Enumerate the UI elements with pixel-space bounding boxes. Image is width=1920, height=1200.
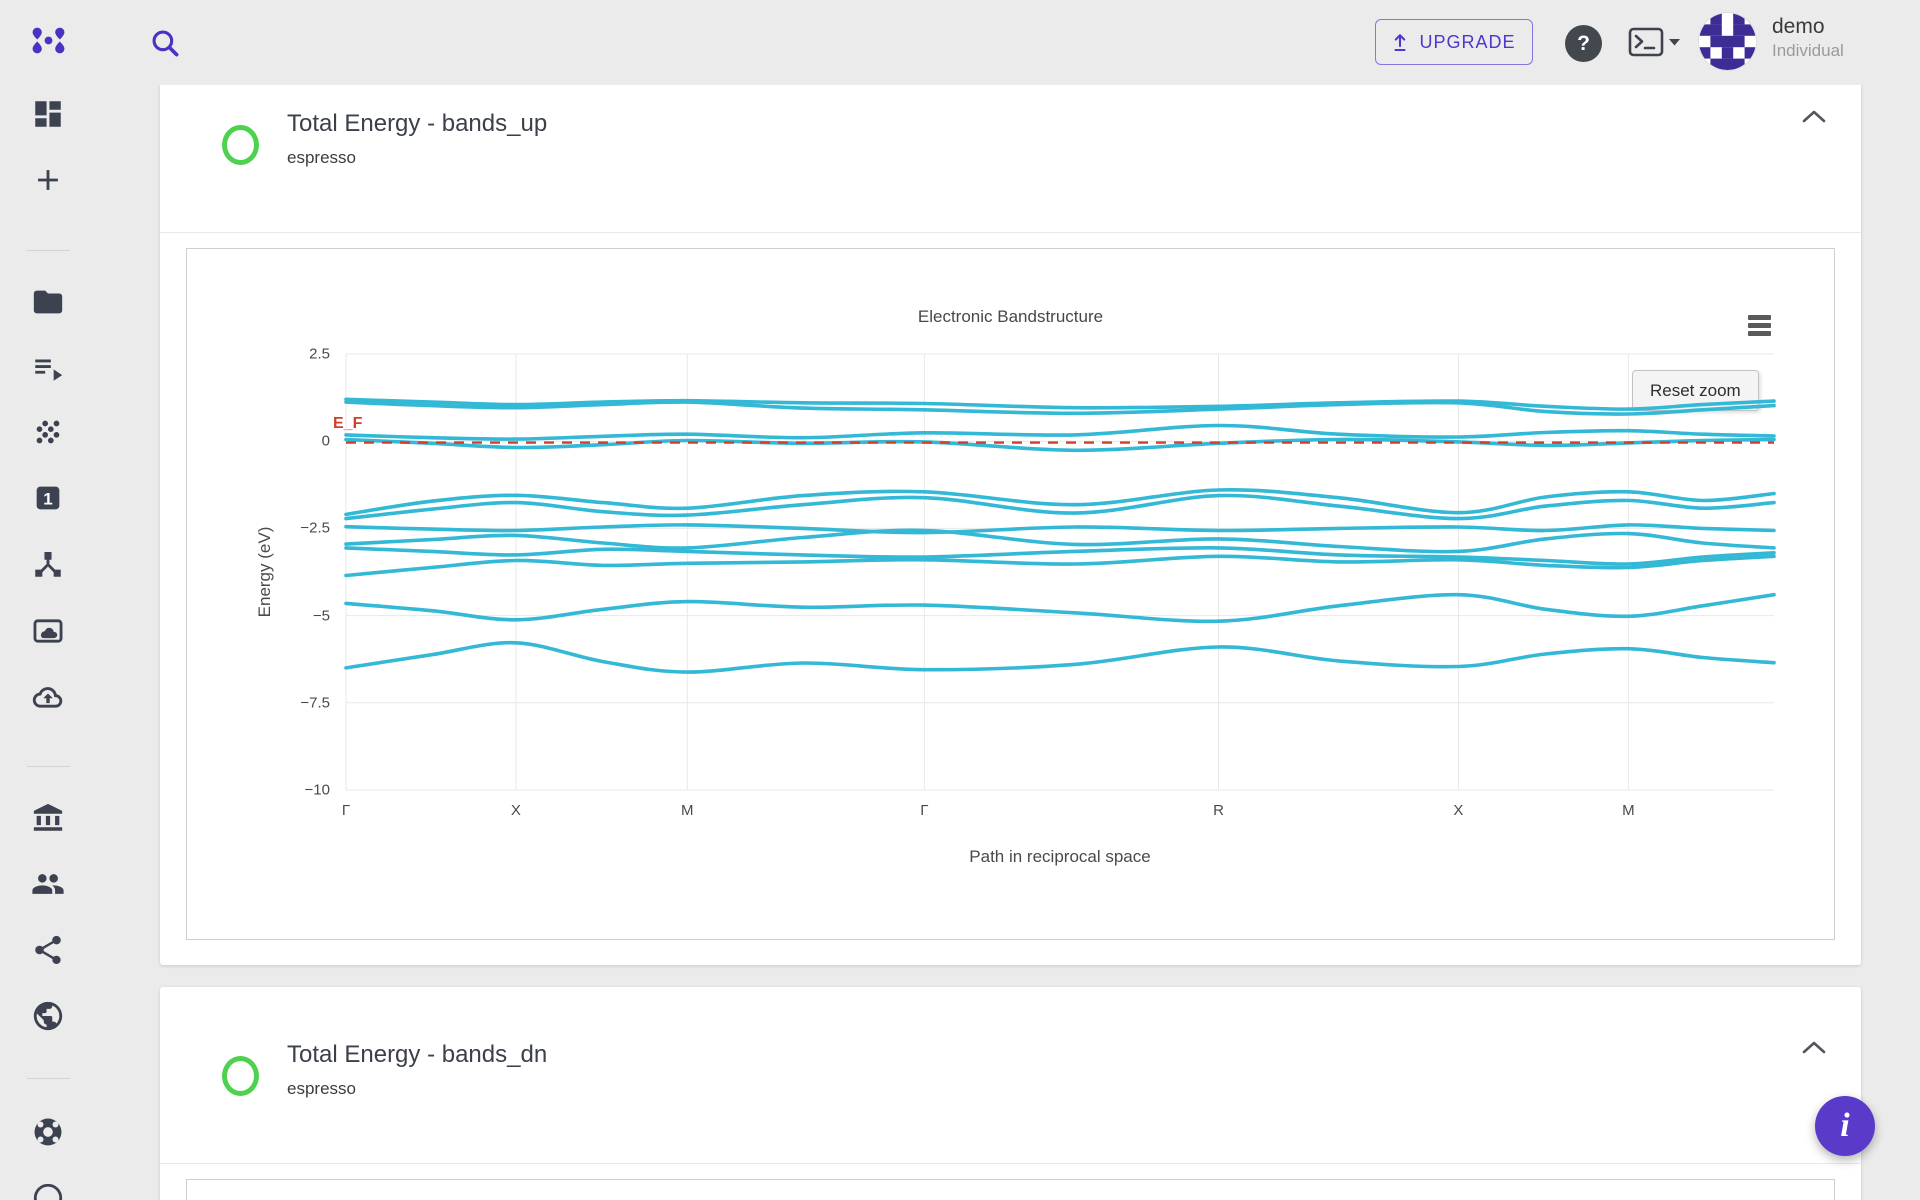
card-title: Total Energy - bands_up [287,110,547,138]
card-divider [160,1163,1861,1164]
band-5 [346,490,1774,515]
caret-down-icon [1669,39,1680,46]
x-tick-label: X [1453,802,1463,819]
globe-icon [31,999,65,1033]
user-plan: Individual [1772,39,1844,62]
user-menu[interactable]: demo Individual [1772,14,1844,62]
band-11 [346,595,1774,622]
card-title: Total Energy - bands_dn [287,1041,547,1069]
band-12 [346,643,1774,672]
svg-text:1: 1 [43,490,52,509]
cloud-upload-icon [31,680,65,714]
y-tick-label: 2.5 [309,346,330,363]
y-tick-label: −5 [313,607,330,624]
y-tick-label: −10 [305,782,330,799]
dashboard-icon [31,97,65,131]
sidebar-item-dashboard[interactable] [31,97,65,131]
help-icon[interactable]: ? [1565,25,1602,62]
square-one-icon: 1 [31,481,65,515]
search-icon[interactable] [148,26,182,60]
add-icon [31,163,65,197]
top-bar: UPGRADE ? demo Individual [0,0,1920,85]
sidebar-item-organization[interactable] [31,801,65,835]
bank-icon [31,801,65,835]
sidebar-item-counter[interactable]: 1 [31,481,65,515]
dots-cluster-icon [31,415,65,449]
team-icon [31,867,65,901]
y-tick-label: −7.5 [300,694,330,711]
sidebar-item-more[interactable] [31,1181,65,1200]
sidebar-item-support[interactable] [31,1115,65,1149]
result-card-bands-up: Total Energy - bands_up espresso Electro… [160,56,1861,965]
sidebar-item-team[interactable] [31,867,65,901]
card-header: Total Energy - bands_dn espresso [160,987,1861,1163]
sidebar-divider [27,250,70,251]
sidebar-item-workflows[interactable] [31,547,65,581]
terminal-menu-icon[interactable] [1628,26,1682,60]
bandstructure-plot-area[interactable] [187,249,1836,941]
sidebar-item-uploads[interactable] [31,680,65,714]
sidebar-item-files[interactable] [31,285,65,319]
playlist-play-icon [31,351,65,385]
bandstructure-chart-dn [186,1179,1835,1200]
x-tick-label: Γ [342,802,350,819]
y-tick-label: 0 [322,433,330,450]
sidebar: 1 [0,85,97,1200]
x-tick-label: R [1213,802,1224,819]
sidebar-item-sharing[interactable] [31,933,65,967]
upload-icon [1392,32,1408,52]
result-card-bands-dn: Total Energy - bands_dn espresso [160,987,1861,1200]
sidebar-item-media[interactable] [31,614,65,648]
collapse-chevron-up-icon[interactable] [1801,1039,1827,1057]
status-success-ring-icon [222,125,259,165]
sidebar-item-materials[interactable] [31,415,65,449]
upgrade-label: UPGRADE [1419,32,1515,53]
y-tick-label: −2.5 [300,520,330,537]
image-icon [31,614,65,648]
card-divider [160,232,1861,233]
band-8 [346,530,1774,551]
hub-icon [31,547,65,581]
sidebar-item-create-new[interactable] [31,163,65,197]
folder-icon [31,285,65,319]
wheel-icon [31,1115,65,1149]
x-tick-label: M [681,802,694,819]
info-fab-button[interactable]: i [1815,1096,1875,1156]
sidebar-divider [27,766,70,767]
sidebar-divider [27,1078,70,1079]
x-tick-label: Γ [920,802,928,819]
share-icon [31,933,65,967]
x-tick-label: M [1622,802,1635,819]
upgrade-button[interactable]: UPGRADE [1375,19,1533,65]
status-success-ring-icon [222,1056,259,1096]
card-subtitle: espresso [287,1079,356,1099]
bandstructure-chart: Electronic Bandstructure Energy (eV) Pat… [186,248,1835,940]
circle-partial-icon [31,1181,65,1200]
card-subtitle: espresso [287,148,356,168]
sidebar-item-public[interactable] [31,999,65,1033]
sidebar-item-jobs[interactable] [31,351,65,385]
collapse-chevron-up-icon[interactable] [1801,108,1827,126]
x-tick-label: X [511,802,521,819]
user-avatar[interactable] [1699,13,1756,70]
user-name: demo [1772,14,1844,39]
band-10 [346,556,1774,575]
app-logo-icon[interactable] [30,25,67,56]
band-3 [346,425,1774,439]
band-7 [346,525,1774,533]
